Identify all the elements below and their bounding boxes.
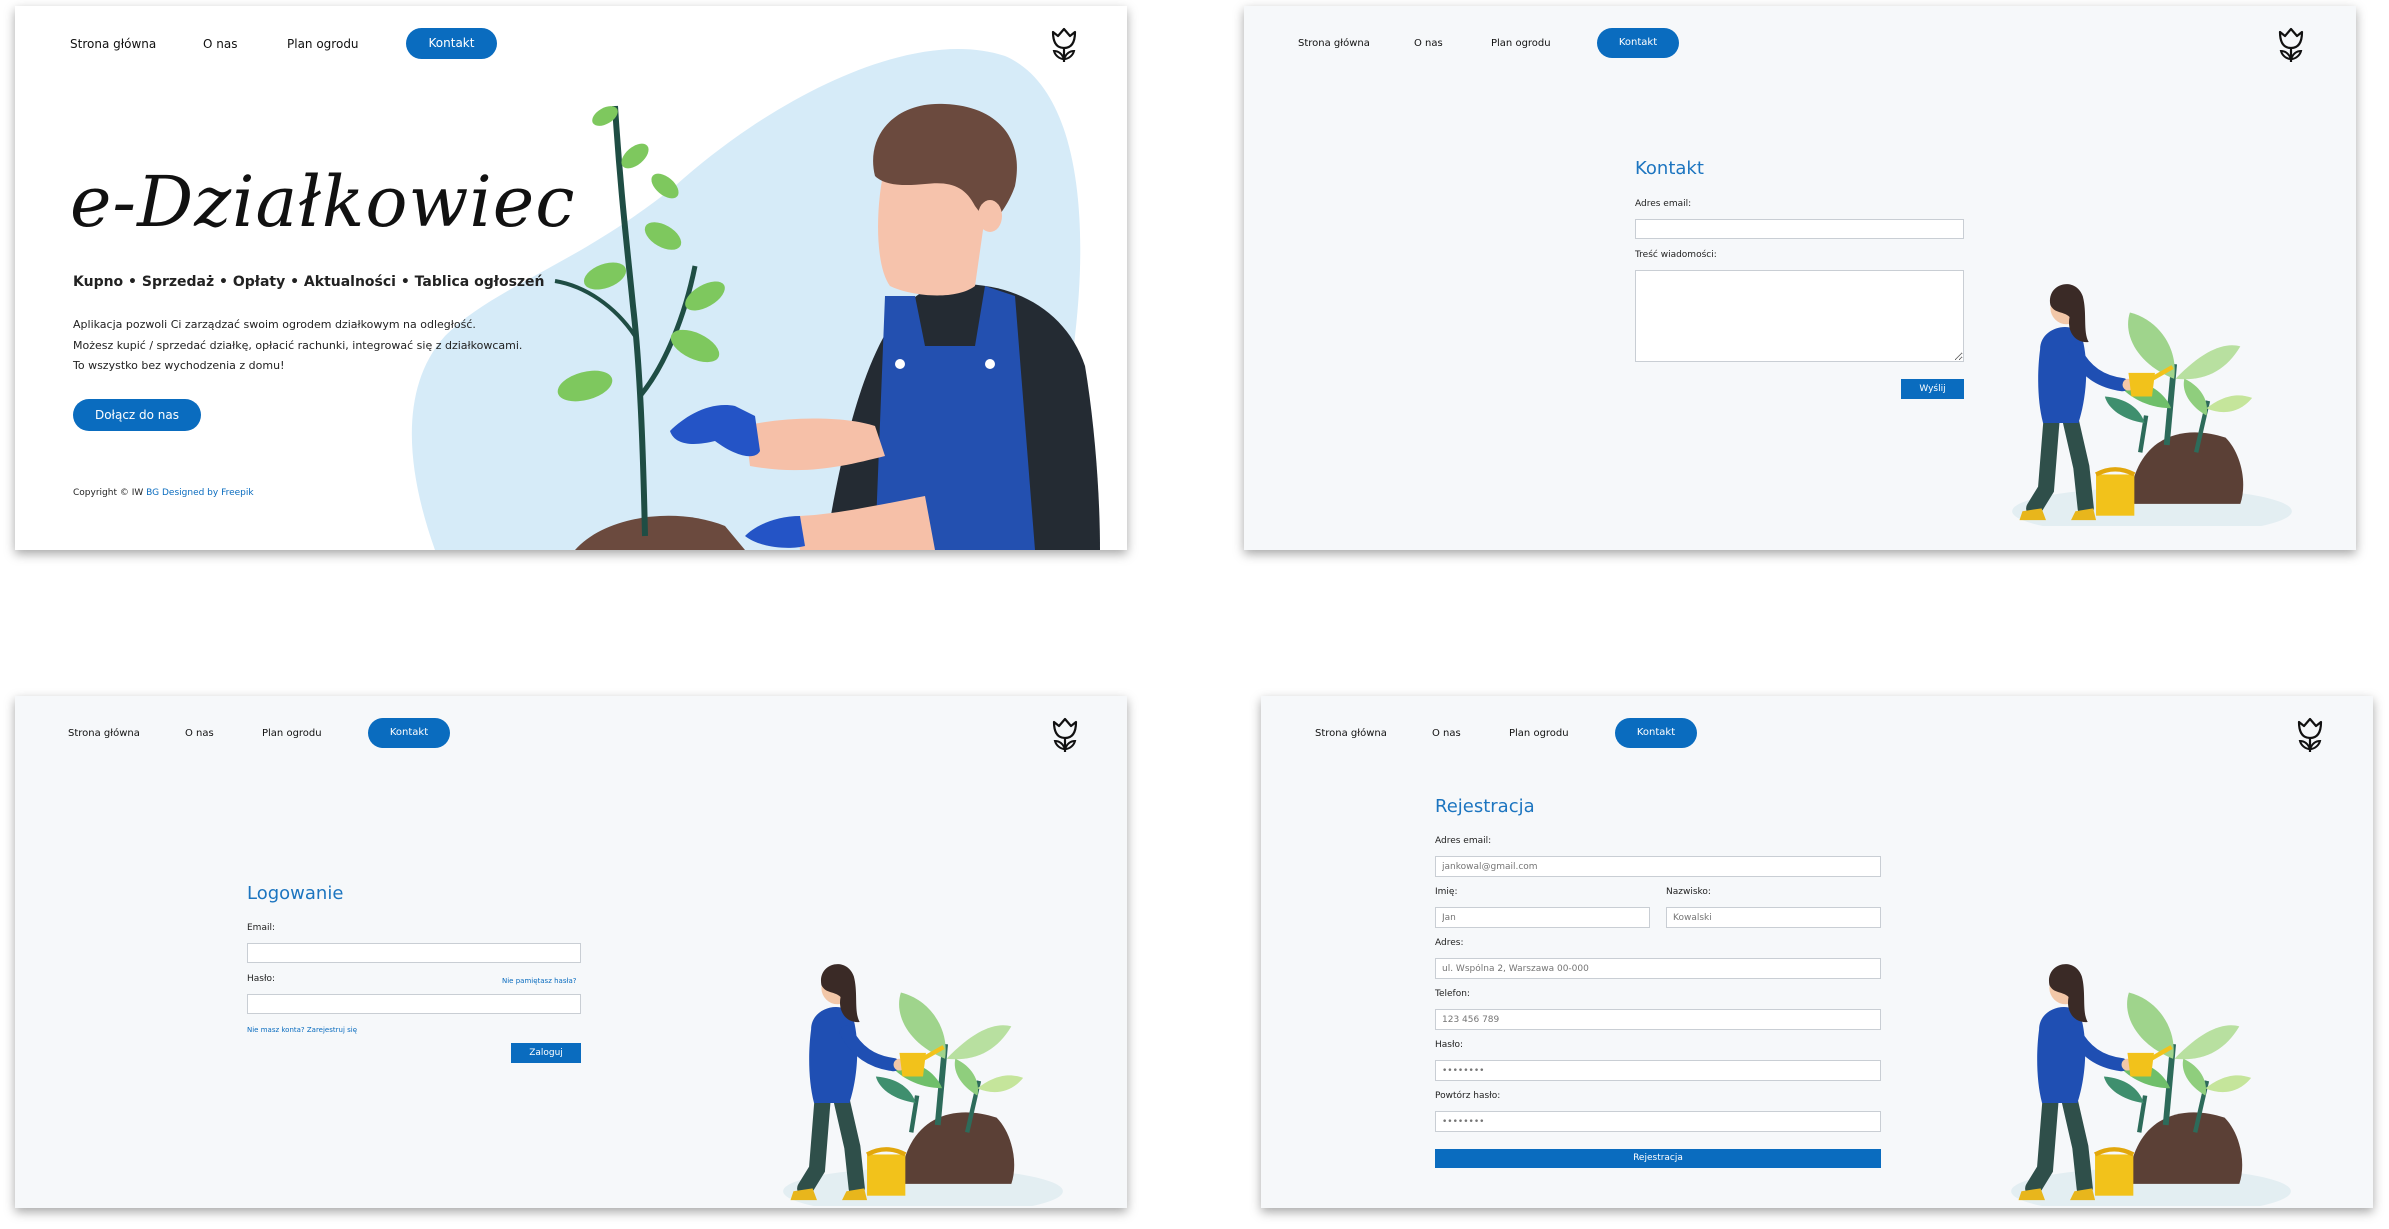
message-textarea[interactable] [1635, 270, 1964, 362]
phone-label: Telefon: [1435, 989, 1470, 999]
send-button[interactable]: Wyślij [1901, 379, 1964, 399]
watering-woman-illustration [773, 941, 1073, 1206]
password-label: Hasło: [1435, 1040, 1464, 1050]
contact-panel: Strona główna O nas Plan ogrodu Kontakt … [1244, 6, 2356, 550]
app-title: e-Działkowiec [70, 161, 576, 243]
landing-panel: Strona główna O nas Plan ogrodu Kontakt … [15, 6, 1127, 550]
login-form-title: Logowanie [247, 883, 344, 904]
login-panel: Strona główna O nas Plan ogrodu Kontakt … [15, 696, 1127, 1208]
nav-home[interactable]: Strona główna [70, 37, 156, 51]
first-name-label: Imię: [1435, 887, 1458, 897]
tulip-icon[interactable] [1049, 26, 1079, 64]
last-name-field[interactable] [1666, 907, 1881, 928]
freepik-credit-link[interactable]: BG Designed by Freepik [146, 488, 253, 498]
description-line-3: To wszystko bez wychodzenia z domu! [73, 359, 285, 372]
email-field[interactable] [1635, 219, 1964, 239]
repeat-password-label: Powtórz hasło: [1435, 1091, 1501, 1101]
nav-garden-plan[interactable]: Plan ogrodu [1491, 38, 1551, 49]
address-label: Adres: [1435, 938, 1464, 948]
email-field[interactable] [1435, 856, 1881, 877]
tulip-icon[interactable] [1050, 716, 1080, 754]
tulip-icon[interactable] [2276, 26, 2306, 64]
join-button[interactable]: Dołącz do nas [73, 399, 201, 431]
nav-home[interactable]: Strona główna [1298, 38, 1370, 49]
nav-about[interactable]: O nas [1432, 728, 1461, 739]
password-label: Hasło: [247, 974, 276, 984]
email-label: Adres email: [1435, 836, 1492, 846]
last-name-label: Nazwisko: [1666, 887, 1711, 897]
password-field[interactable] [247, 994, 581, 1014]
register-panel: Strona główna O nas Plan ogrodu Kontakt … [1261, 696, 2373, 1208]
gardener-illustration [554, 103, 1100, 550]
address-field[interactable] [1435, 958, 1881, 979]
copyright-text: Copyright © IW [73, 488, 144, 498]
watering-woman-illustration [2002, 261, 2302, 526]
nav-contact-button[interactable]: Kontakt [406, 28, 497, 59]
email-label: Email: [247, 923, 276, 933]
features-line: Kupno • Sprzedaż • Opłaty • Aktualności … [73, 274, 545, 290]
nav-contact-button[interactable]: Kontakt [1597, 28, 1679, 58]
first-name-field[interactable] [1435, 907, 1650, 928]
login-button[interactable]: Zaloguj [511, 1043, 581, 1063]
register-link[interactable]: Nie masz konta? Zarejestruj się [247, 1026, 357, 1034]
nav-home[interactable]: Strona główna [1315, 728, 1387, 739]
nav-home[interactable]: Strona główna [68, 728, 140, 739]
forgot-password-link[interactable]: Nie pamiętasz hasła? [502, 977, 576, 985]
nav-garden-plan[interactable]: Plan ogrodu [287, 37, 359, 51]
repeat-password-field[interactable] [1435, 1111, 1881, 1132]
nav-about[interactable]: O nas [185, 728, 214, 739]
nav-about[interactable]: O nas [1414, 38, 1443, 49]
footer: Copyright © IW BG Designed by Freepik [73, 488, 254, 498]
nav-garden-plan[interactable]: Plan ogrodu [262, 728, 322, 739]
email-field[interactable] [247, 943, 581, 963]
message-label: Treść wiadomości: [1635, 250, 1717, 260]
nav-contact-button[interactable]: Kontakt [368, 718, 450, 748]
phone-field[interactable] [1435, 1009, 1881, 1030]
nav-about[interactable]: O nas [203, 37, 237, 51]
contact-form-title: Kontakt [1635, 158, 1704, 179]
password-field[interactable] [1435, 1060, 1881, 1081]
register-form-title: Rejestracja [1435, 796, 1535, 817]
watering-woman-illustration [2001, 941, 2301, 1206]
tulip-icon[interactable] [2295, 716, 2325, 754]
email-label: Adres email: [1635, 199, 1692, 209]
description-line-2: Możesz kupić / sprzedać działkę, opłacić… [73, 339, 523, 352]
nav-contact-button[interactable]: Kontakt [1615, 718, 1697, 748]
description-line-1: Aplikacja pozwoli Ci zarządzać swoim ogr… [73, 318, 476, 331]
nav-garden-plan[interactable]: Plan ogrodu [1509, 728, 1569, 739]
register-button[interactable]: Rejestracja [1435, 1149, 1881, 1168]
